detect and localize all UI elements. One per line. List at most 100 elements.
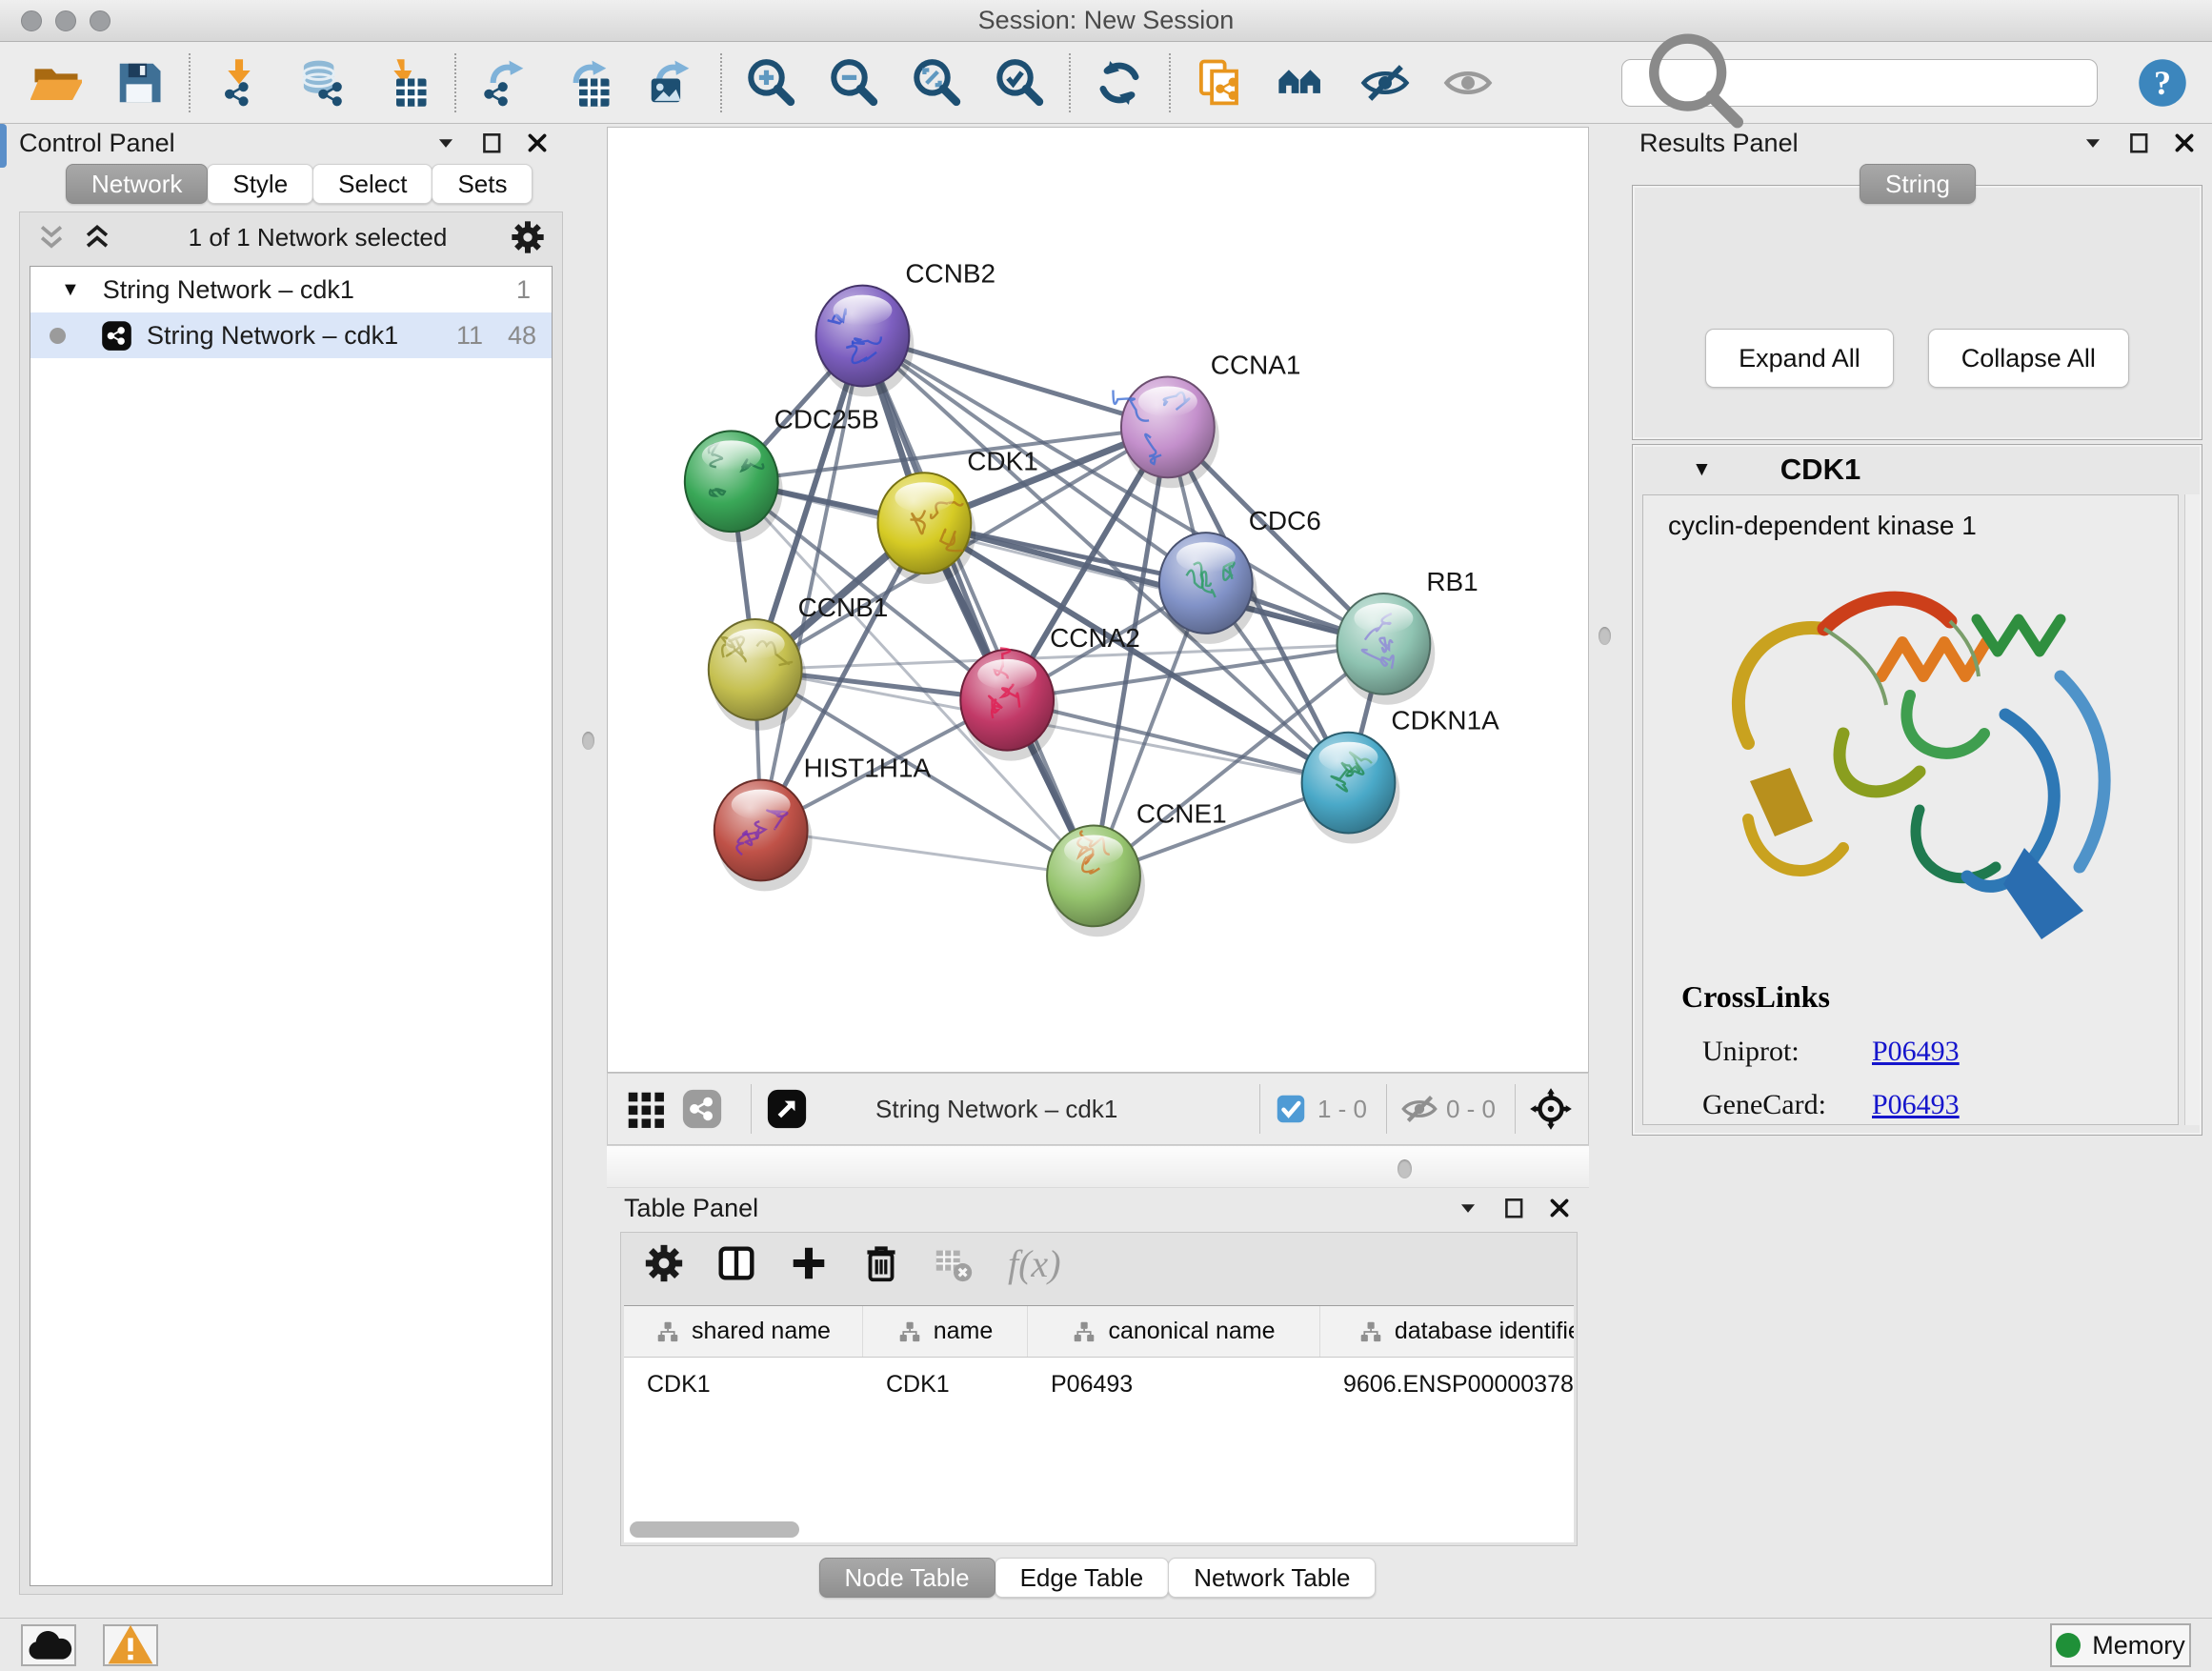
delete-column-icon[interactable] [859,1241,903,1285]
export-table-button[interactable] [560,55,615,111]
node-CDC6[interactable] [1159,533,1257,644]
column-header-name[interactable]: name [863,1306,1028,1357]
table-toolbar: f(x) [621,1233,1577,1294]
panel-close-icon[interactable] [1547,1196,1572,1220]
cell-database-identifier[interactable]: 9606.ENSP00000378699 [1320,1358,1574,1411]
birdseye-view-icon[interactable] [765,1087,809,1131]
node-CCNA1[interactable] [1113,376,1218,488]
apply-preferred-layout-button[interactable] [1092,55,1147,111]
show-all-button[interactable] [1440,55,1496,111]
node-CCNA2[interactable] [960,648,1058,760]
zoom-selected-region-button[interactable] [992,55,1047,111]
table-horizontal-scrollbar[interactable] [630,1521,799,1538]
panel-float-icon[interactable] [2126,131,2151,155]
panel-float-icon[interactable] [1501,1196,1526,1220]
tab-edge-table[interactable]: Edge Table [995,1558,1170,1598]
panel-float-icon[interactable] [479,131,504,155]
crosslink-link[interactable]: P06493 [1872,1089,1960,1121]
export-network-button[interactable] [477,55,533,111]
collapse-all-button[interactable]: Collapse All [1928,329,2129,388]
expand-all-button[interactable]: Expand All [1705,329,1894,388]
first-neighbors-button[interactable] [1275,55,1330,111]
svg-text:?: ? [2154,64,2171,102]
column-header-database-identifier[interactable]: database identifier [1320,1306,1574,1357]
network-options-gear-icon[interactable] [509,218,547,256]
cell-canonical-name[interactable]: P06493 [1028,1358,1320,1411]
node-description: cyclin-dependent kinase 1 [1643,495,2178,541]
panel-menu-icon[interactable] [2081,131,2105,155]
node-HIST1H1A[interactable] [714,780,813,892]
add-column-icon[interactable] [787,1241,831,1285]
crosslink-link[interactable]: P06493 [1872,1036,1960,1068]
tab-sets[interactable]: Sets [432,164,533,204]
tab-network-table[interactable]: Network Table [1168,1558,1376,1598]
help-icon: ? [2136,56,2189,110]
panel-menu-icon[interactable] [1456,1196,1480,1220]
column-header-shared-name[interactable]: shared name [624,1306,863,1357]
tab-node-table[interactable]: Node Table [819,1558,995,1598]
export-image-button[interactable] [643,55,698,111]
node-CDK1[interactable] [877,473,975,584]
network-collection-row[interactable]: ▼ String Network – cdk1 1 [30,267,552,312]
left-splitter-handle[interactable] [582,732,594,750]
memory-button[interactable]: Memory [2050,1623,2191,1667]
hidden-count: 0 - 0 [1446,1095,1496,1124]
zoom-out-button[interactable] [826,55,881,111]
tab-network[interactable]: Network [66,164,208,204]
new-network-from-selection-button[interactable] [1192,55,1247,111]
zoom-fit-content-button[interactable] [909,55,964,111]
import-table-from-file-icon [379,57,431,109]
node-CDC25B[interactable] [685,431,783,542]
table-settings-gear-icon[interactable] [642,1241,686,1285]
main-toolbar: ? [0,42,2212,124]
network-row-selected[interactable]: String Network – cdk1 11 48 [30,312,552,358]
import-network-from-database-button[interactable] [294,55,350,111]
selected-count: 1 - 0 [1317,1095,1367,1124]
collapse-all-icon[interactable] [35,221,68,253]
node-CCNB2[interactable] [816,286,915,397]
crosslink-label: Uniprot: [1702,1036,1866,1068]
cell-name[interactable]: CDK1 [863,1358,1028,1411]
help-button[interactable]: ? [2136,56,2189,110]
tab-select[interactable]: Select [312,164,432,204]
node-CDKN1A[interactable] [1302,733,1400,844]
show-columns-icon[interactable] [714,1241,758,1285]
panel-menu-icon[interactable] [433,131,458,155]
horizontal-splitter[interactable] [607,1145,1589,1188]
node-label-CDKN1A: CDKN1A [1391,706,1499,735]
cloud-button[interactable] [21,1624,76,1666]
selected-checkbox-icon[interactable] [1274,1087,1308,1131]
zoom-in-button[interactable] [743,55,798,111]
column-header-canonical-name[interactable]: canonical name [1028,1306,1320,1357]
horizontal-splitter-handle[interactable] [1398,1159,1412,1178]
section-collapse-icon[interactable]: ▼ [1692,458,1712,481]
results-vertical-scrollbar[interactable] [2184,494,2200,1125]
search-box[interactable] [1621,59,2098,107]
search-input[interactable] [1764,68,2083,97]
tab-style[interactable]: Style [207,164,313,204]
hide-selected-button[interactable] [1357,55,1413,111]
open-session-button[interactable] [29,55,84,111]
warnings-button[interactable] [103,1624,158,1666]
network-canvas[interactable]: CCNB2CCNA1CDC25BCDK1CDC6RB1CCNB1CCNA2CDK… [607,127,1589,1073]
import-network-from-file-button[interactable] [211,55,267,111]
cell-shared-name[interactable]: CDK1 [624,1358,863,1411]
node-CCNE1[interactable] [1047,826,1145,937]
section-title: CDK1 [1780,453,1860,487]
save-session-button[interactable] [111,55,167,111]
network-share-badge-icon[interactable] [680,1087,724,1131]
tab-string[interactable]: String [1860,164,1976,204]
panel-close-icon[interactable] [525,131,550,155]
right-splitter-handle[interactable] [1599,627,1611,645]
node-RB1[interactable] [1337,594,1436,705]
import-table-from-file-button[interactable] [377,55,432,111]
memory-label: Memory [2092,1631,2185,1661]
function-builder-icon: f(x) [1008,1241,1061,1286]
panel-close-icon[interactable] [2172,131,2197,155]
table-row[interactable]: CDK1CDK1P064939606.ENSP00000378699cyclin… [624,1358,1574,1411]
grid-mode-icon[interactable] [623,1087,667,1131]
crosshair-icon[interactable] [1529,1087,1573,1131]
collection-expand-icon[interactable]: ▼ [61,279,80,301]
node-table[interactable]: shared namenamecanonical namedatabase id… [624,1305,1574,1542]
expand-all-icon[interactable] [81,221,113,253]
